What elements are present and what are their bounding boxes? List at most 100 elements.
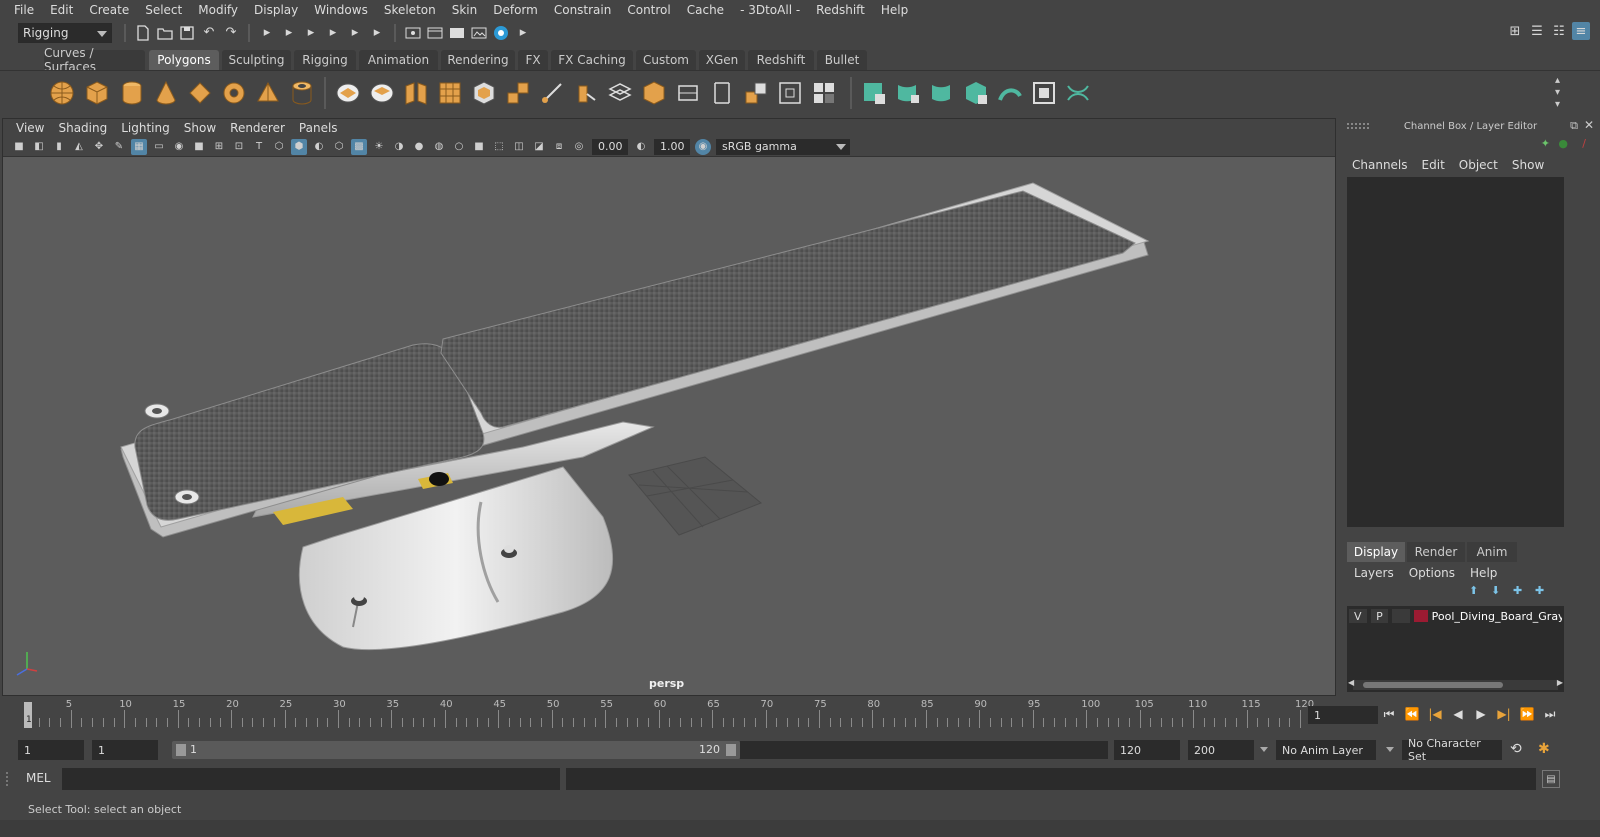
tab-render[interactable]: Render [1407,542,1465,562]
tab-rigging[interactable]: Rigging [294,50,356,70]
chevron-down-icon[interactable] [1386,747,1394,752]
tab-sculpting[interactable]: Sculpting [222,50,291,70]
redshift-dome-icon[interactable] [1064,79,1092,107]
camera-attributes-icon[interactable]: ◧ [31,139,47,155]
pan-zoom-icon[interactable]: ✥ [91,139,107,155]
poly-plane-icon[interactable] [186,79,214,107]
step-forward-key-icon[interactable]: ▶| [1495,705,1513,723]
command-input[interactable] [62,768,560,790]
channel-box-toggle-icon[interactable]: ≡ [1572,22,1590,40]
menu-options[interactable]: Options [1408,566,1461,580]
speed-toggle-icon[interactable]: / [1582,137,1586,150]
select-component-icon[interactable]: ▸ [302,24,320,42]
poly-cylinder-icon[interactable] [118,79,146,107]
hypershade-icon[interactable] [492,24,510,42]
tool-settings-icon[interactable]: ☷ [1550,22,1568,40]
layer-playback-toggle[interactable]: P [1370,609,1389,623]
layer-color-swatch[interactable] [1413,610,1428,622]
safe-title-icon[interactable]: T [251,139,267,155]
tab-rendering[interactable]: Rendering [441,50,515,70]
motion-blur-icon[interactable]: ◍ [431,139,447,155]
range-slider-track[interactable] [740,741,1108,759]
render-frame-icon[interactable] [426,24,444,42]
chevron-left-icon[interactable]: ◀ [1348,678,1354,687]
script-language-toggle[interactable]: MEL [26,771,51,785]
close-icon[interactable]: ✕ [1584,118,1594,132]
step-back-key-icon[interactable]: |◀ [1426,705,1444,723]
menu-skeleton[interactable]: Skeleton [376,3,444,17]
viewport-menu-show[interactable]: Show [177,121,223,135]
poly-cube-icon[interactable] [83,79,111,107]
menu-deform[interactable]: Deform [485,3,546,17]
wireframe-on-shaded-icon[interactable]: ⬡ [331,139,347,155]
menu-create[interactable]: Create [81,3,137,17]
connect-icon[interactable] [708,79,736,107]
render-view-icon[interactable] [404,24,422,42]
grease-pencil-icon[interactable]: ✎ [111,139,127,155]
default-material-icon[interactable]: ◐ [311,139,327,155]
layer-row[interactable]: V P Pool_Diving_Board_Gray [1349,608,1562,624]
bevel-icon[interactable] [504,79,532,107]
playback-end-field[interactable]: 120 [1114,740,1180,760]
attribute-editor-icon[interactable]: ☰ [1528,22,1546,40]
viewport-menu-renderer[interactable]: Renderer [223,121,292,135]
preferences-icon[interactable]: ✱ [1538,741,1550,757]
redshift-mesh-icon[interactable] [894,79,922,107]
depth-of-field-icon[interactable]: ■ [471,139,487,155]
snap-grid-icon[interactable]: ▸ [324,24,342,42]
snap-toggle-icon[interactable]: ▸ [514,24,532,42]
new-layer-from-selected-icon[interactable]: ✚ [1535,584,1557,597]
play-backwards-icon[interactable]: ◀ [1449,705,1467,723]
view-transform-dropdown[interactable]: sRGB gamma [716,138,850,155]
automatic-uv-icon[interactable] [776,79,804,107]
tab-anim[interactable]: Anim [1467,542,1517,562]
separate-icon[interactable] [368,79,396,107]
extrude-icon[interactable] [470,79,498,107]
tab-fx[interactable]: FX [518,50,548,70]
script-editor-icon[interactable]: ▤ [1542,770,1560,788]
tab-display[interactable]: Display [1347,542,1405,562]
menu-edit[interactable]: Edit [1421,158,1452,172]
viewport-menu-view[interactable]: View [9,121,51,135]
snap-curve-icon[interactable]: ▸ [346,24,364,42]
playback-range-bar[interactable]: 1 120 [172,741,740,759]
menu-windows[interactable]: Windows [306,3,376,17]
layer-visibility-toggle[interactable]: V [1349,609,1367,623]
xray-components-icon[interactable]: ⧈ [551,139,567,155]
save-scene-icon[interactable] [178,24,196,42]
grid-icon[interactable]: ▦ [131,138,147,155]
gate-mask-icon[interactable]: ■ [191,139,207,155]
xray-icon[interactable]: ◫ [511,139,527,155]
new-layer-icon[interactable]: ✚ [1513,584,1535,597]
color-management-icon[interactable]: ◉ [695,138,711,155]
go-to-start-icon[interactable]: ⏮ [1380,705,1398,723]
poly-sphere-icon[interactable] [48,79,76,107]
character-set-dropdown[interactable]: No Character Set [1402,737,1502,763]
chevron-right-icon[interactable]: ▶ [1557,678,1563,687]
textured-icon[interactable]: ▩ [351,138,367,155]
isolate-select-icon[interactable]: ⬚ [491,139,507,155]
exposure-icon[interactable]: ◎ [571,139,587,155]
channel-list[interactable] [1347,177,1564,527]
menu-control[interactable]: Control [619,3,678,17]
viewport-menu-lighting[interactable]: Lighting [114,121,177,135]
select-hierarchy-icon[interactable]: ▸ [258,24,276,42]
redshift-proxy-icon[interactable] [928,79,956,107]
shadows-icon[interactable]: ◑ [391,139,407,155]
viewport-menu-panels[interactable]: Panels [292,121,345,135]
smooth-shade-icon[interactable]: ⬢ [291,138,307,155]
tab-bullet[interactable]: Bullet [817,50,867,70]
film-gate-icon[interactable]: ▭ [151,139,167,155]
tab-custom[interactable]: Custom [636,50,696,70]
play-forwards-icon[interactable]: ▶ [1472,705,1490,723]
move-layer-up-icon[interactable]: ⬆ [1469,584,1491,597]
auto-key-icon[interactable]: ⟲ [1510,741,1522,757]
menu-edit[interactable]: Edit [42,3,81,17]
xray-joints-icon[interactable]: ◪ [531,139,547,155]
tab-polygons[interactable]: Polygons [149,50,219,70]
time-slider-track[interactable]: 1 5 10 15 20 25 30 35 40 45 50 55 60 65 70 75 80 85 90 95 1… [20,699,1314,728]
poly-cone-icon[interactable] [152,79,180,107]
go-to-end-icon[interactable]: ⏭ [1541,705,1559,723]
resolution-gate-icon[interactable]: ◉ [171,139,187,155]
redshift-curve-icon[interactable] [996,79,1024,107]
